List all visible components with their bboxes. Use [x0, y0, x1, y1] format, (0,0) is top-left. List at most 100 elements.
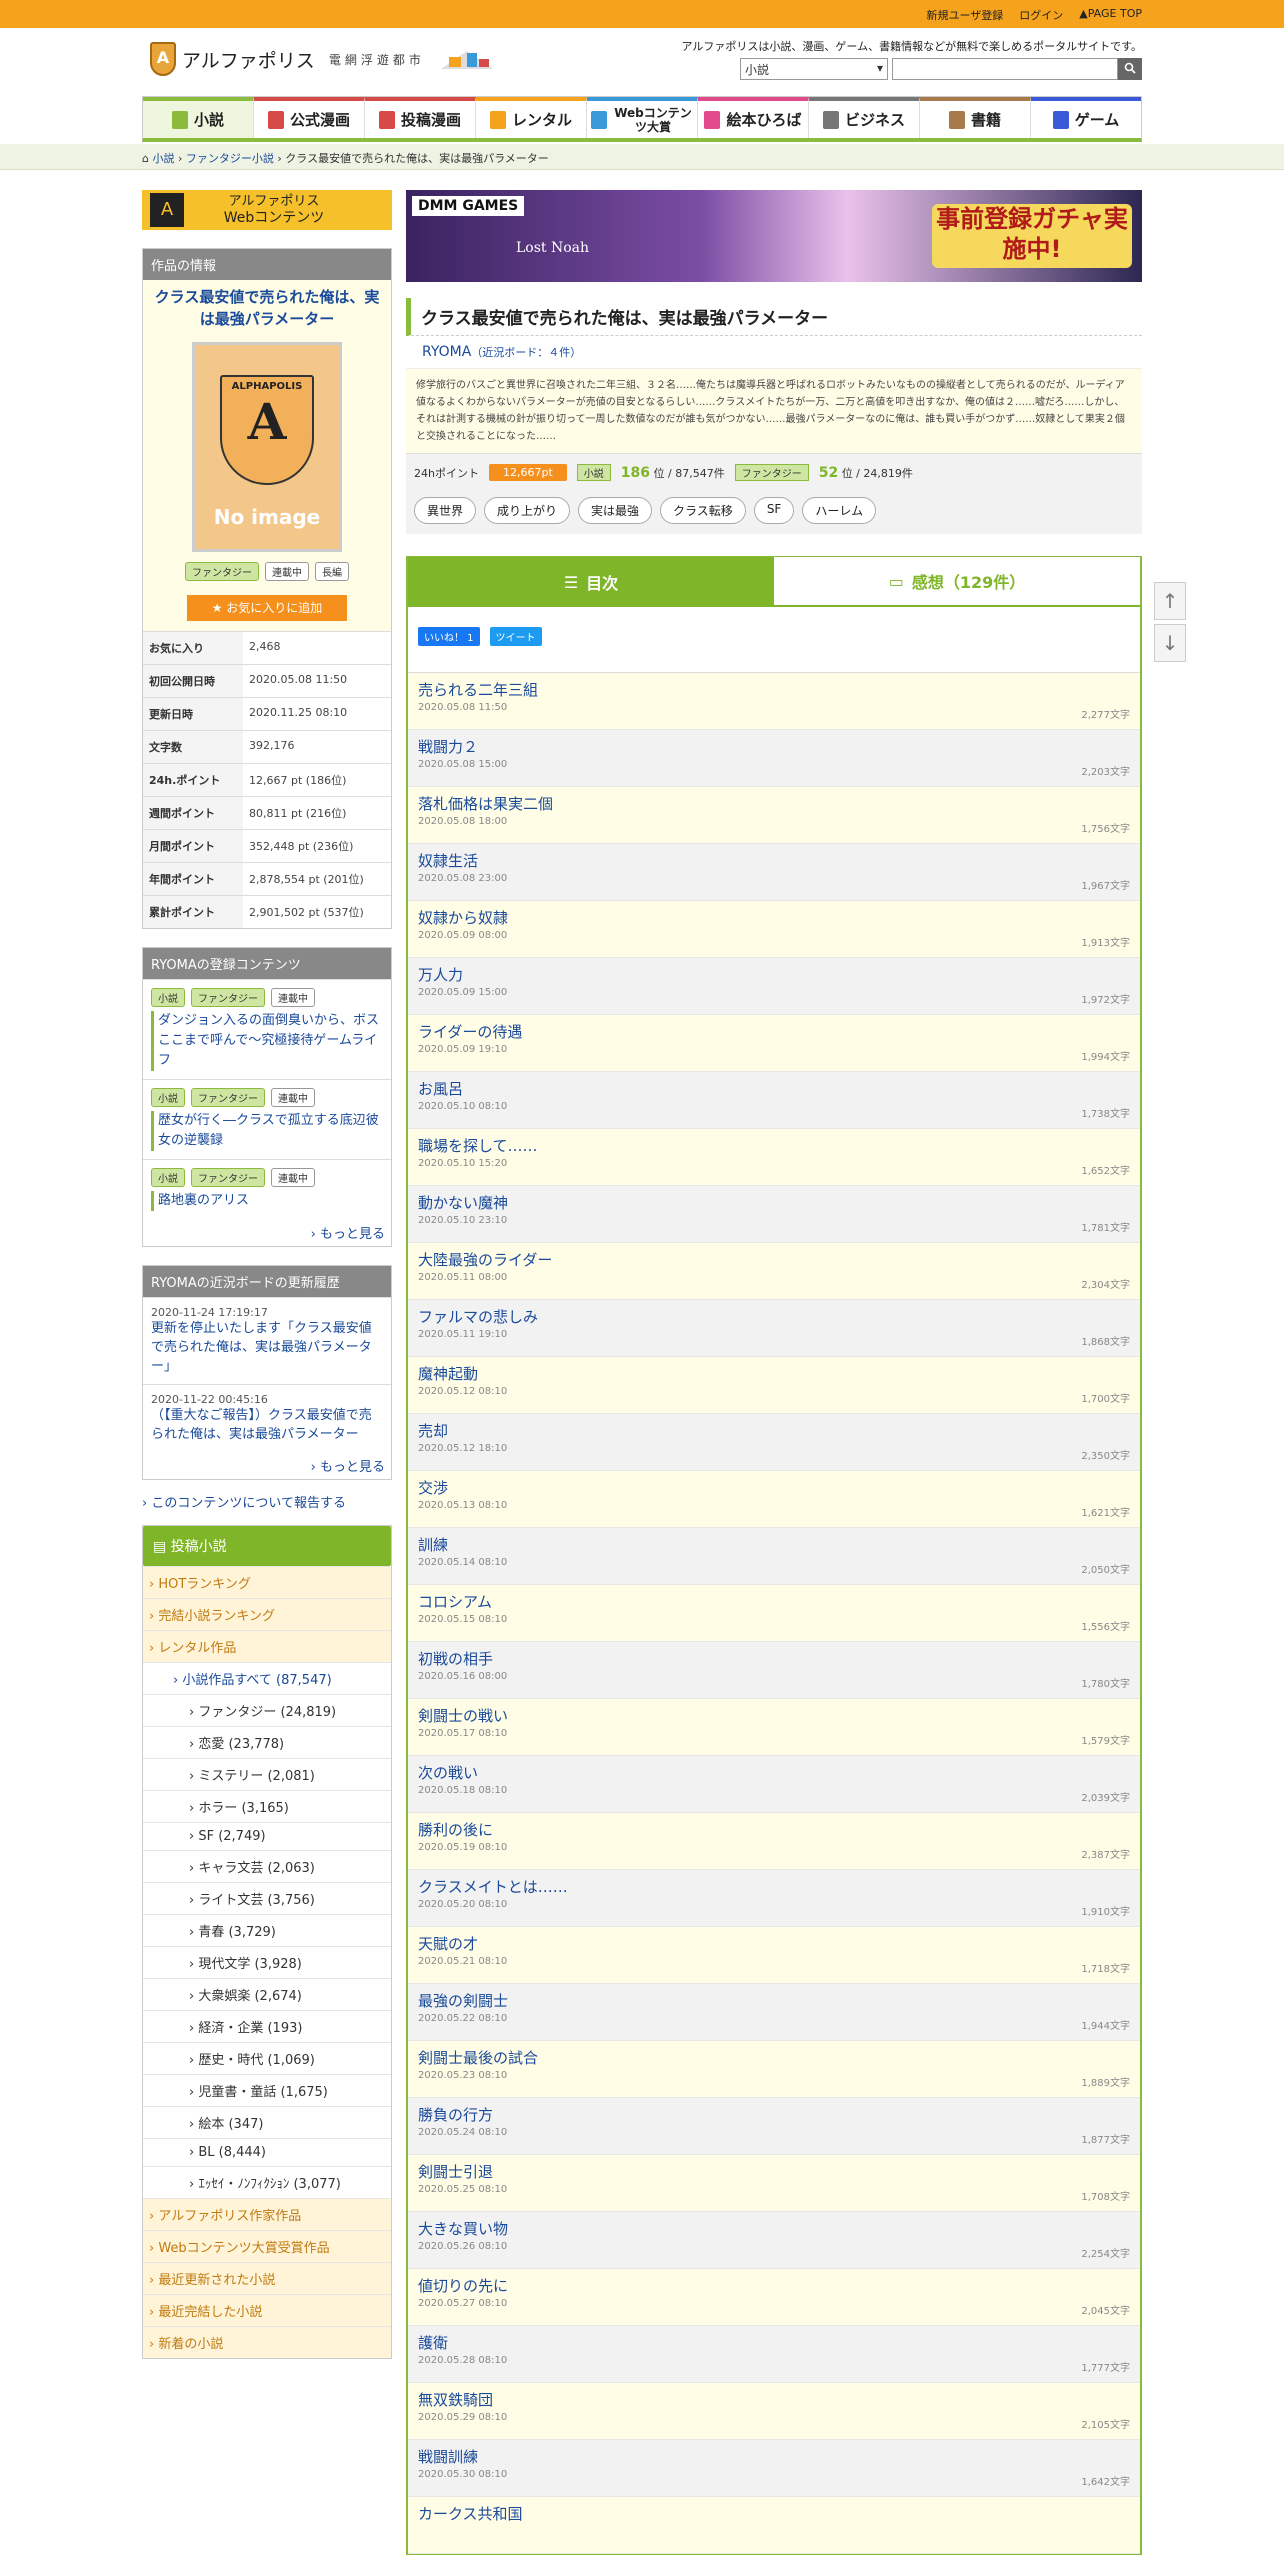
- episode-row[interactable]: 無双鉄騎団 2020.05.29 08:10 2,105文字: [408, 2383, 1140, 2440]
- category-item[interactable]: › 小説作品すべて (87,547): [143, 1662, 391, 1694]
- category-item[interactable]: › 絵本 (347): [143, 2106, 391, 2138]
- category-item[interactable]: › BL (8,444): [143, 2138, 391, 2166]
- episode-row[interactable]: 奴隷から奴隷 2020.05.09 08:00 1,913文字: [408, 901, 1140, 958]
- episode-row[interactable]: 奴隷生活 2020.05.08 23:00 1,967文字: [408, 844, 1140, 901]
- episode-title[interactable]: コロシアム: [418, 1591, 1130, 1612]
- episode-title[interactable]: 剣闘士最後の試合: [418, 2047, 1130, 2068]
- episode-title[interactable]: カークス共和国: [418, 2503, 1130, 2524]
- episode-row[interactable]: 初戦の相手 2020.05.16 08:00 1,780文字: [408, 1642, 1140, 1699]
- episode-row[interactable]: 次の戦い 2020.05.18 08:10 2,039文字: [408, 1756, 1140, 1813]
- episode-title[interactable]: 大きな買い物: [418, 2218, 1130, 2239]
- board-more-link[interactable]: › もっと見る: [143, 1452, 391, 1479]
- nav-item-5[interactable]: 絵本ひろば: [698, 97, 809, 138]
- episode-title[interactable]: 勝利の後に: [418, 1819, 1130, 1840]
- scroll-up-icon[interactable]: ↑: [1154, 582, 1186, 620]
- episode-title[interactable]: 勝負の行方: [418, 2104, 1130, 2125]
- search-button[interactable]: [1118, 58, 1142, 80]
- nav-item-2[interactable]: 投稿漫画: [365, 97, 476, 138]
- episode-title[interactable]: ライダーの待遇: [418, 1021, 1130, 1042]
- episode-row[interactable]: 交渉 2020.05.13 08:10 1,621文字: [408, 1471, 1140, 1528]
- category-item[interactable]: › 新着の小説: [143, 2326, 391, 2358]
- nav-item-4[interactable]: Webコンテンツ大賞: [587, 97, 698, 138]
- category-item[interactable]: › ｴｯｾｲ・ﾉﾝﾌｨｸｼｮﾝ (3,077): [143, 2166, 391, 2198]
- board-link[interactable]: （【重大なご報告】）クラス最安値で売られた俺は、実は最強パラメーター: [151, 1406, 383, 1444]
- ad-banner[interactable]: DMM GAMES Lost Noah 事前登録ガチャ実施中!: [406, 190, 1142, 282]
- episode-title[interactable]: 落札価格は果実二個: [418, 793, 1130, 814]
- episode-title[interactable]: ファルマの悲しみ: [418, 1306, 1130, 1327]
- episode-title[interactable]: 奴隷生活: [418, 850, 1130, 871]
- episode-row[interactable]: カークス共和国: [408, 2497, 1140, 2554]
- register-link[interactable]: 新規ユーザ登録: [927, 7, 1004, 23]
- episode-title[interactable]: 職場を探して……: [418, 1135, 1130, 1156]
- breadcrumb-novel[interactable]: 小説: [152, 152, 174, 165]
- episode-title[interactable]: お風呂: [418, 1078, 1130, 1099]
- episode-title[interactable]: 魔神起動: [418, 1363, 1130, 1384]
- category-item[interactable]: › ホラー (3,165): [143, 1790, 391, 1822]
- nav-item-3[interactable]: レンタル: [476, 97, 587, 138]
- author-work-link[interactable]: 歴女が行く―クラスで孤立する底辺彼女の逆襲録: [151, 1111, 383, 1151]
- board-link[interactable]: 更新を停止いたします「クラス最安値で売られた俺は、実は最強パラメーター」: [151, 1319, 383, 1376]
- episode-title[interactable]: クラスメイトとは……: [418, 1876, 1130, 1897]
- scroll-down-icon[interactable]: ↓: [1154, 624, 1186, 662]
- episode-row[interactable]: 訓練 2020.05.14 08:10 2,050文字: [408, 1528, 1140, 1585]
- home-icon[interactable]: ⌂: [142, 152, 149, 165]
- category-select[interactable]: 小説: [740, 58, 888, 80]
- episode-title[interactable]: 売却: [418, 1420, 1130, 1441]
- episode-row[interactable]: 万人力 2020.05.09 15:00 1,972文字: [408, 958, 1140, 1015]
- category-item[interactable]: › 経済・企業 (193): [143, 2010, 391, 2042]
- episode-title[interactable]: 次の戦い: [418, 1762, 1130, 1783]
- page-top-link[interactable]: ▲PAGE TOP: [1079, 7, 1142, 23]
- episode-row[interactable]: 剣闘士最後の試合 2020.05.23 08:10 1,889文字: [408, 2041, 1140, 2098]
- episode-title[interactable]: 動かない魔神: [418, 1192, 1130, 1213]
- category-heading[interactable]: ▤ 投稿小説: [143, 1526, 391, 1566]
- keyword-chip[interactable]: ハーレム: [802, 497, 877, 524]
- episode-row[interactable]: 大きな買い物 2020.05.26 08:10 2,254文字: [408, 2212, 1140, 2269]
- works-more-link[interactable]: › もっと見る: [143, 1219, 391, 1246]
- nav-item-1[interactable]: 公式漫画: [254, 97, 365, 138]
- keyword-chip[interactable]: クラス転移: [660, 497, 746, 524]
- category-item[interactable]: › 歴史・時代 (1,069): [143, 2042, 391, 2074]
- tag-fantasy[interactable]: ファンタジー: [185, 562, 259, 581]
- episode-row[interactable]: 最強の剣闘士 2020.05.22 08:10 1,944文字: [408, 1984, 1140, 2041]
- keyword-chip[interactable]: 異世界: [414, 497, 477, 524]
- episode-row[interactable]: ファルマの悲しみ 2020.05.11 19:10 1,868文字: [408, 1300, 1140, 1357]
- author-board-link[interactable]: （近況ボード：４件）: [471, 346, 581, 359]
- episode-row[interactable]: 売られる二年三組 2020.05.08 11:50 2,277文字: [408, 673, 1140, 730]
- tab-toc[interactable]: ☰ 目次: [408, 557, 774, 607]
- episode-title[interactable]: 剣闘士の戦い: [418, 1705, 1130, 1726]
- episode-row[interactable]: 大陸最強のライダー 2020.05.11 08:00 2,304文字: [408, 1243, 1140, 1300]
- episode-row[interactable]: お風呂 2020.05.10 08:10 1,738文字: [408, 1072, 1140, 1129]
- episode-row[interactable]: 天賦の才 2020.05.21 08:10 1,718文字: [408, 1927, 1140, 1984]
- site-logo[interactable]: A アルファポリス 電網浮遊都市: [150, 42, 497, 76]
- category-item[interactable]: › 大衆娯楽 (2,674): [143, 1978, 391, 2010]
- facebook-like-button[interactable]: いいね！ 1: [418, 627, 480, 646]
- nav-item-6[interactable]: ビジネス: [809, 97, 920, 138]
- episode-row[interactable]: 勝負の行方 2020.05.24 08:10 1,877文字: [408, 2098, 1140, 2155]
- episode-title[interactable]: 無双鉄騎団: [418, 2389, 1130, 2410]
- nav-item-8[interactable]: ゲーム: [1031, 97, 1141, 138]
- episode-row[interactable]: 護衛 2020.05.28 08:10 1,777文字: [408, 2326, 1140, 2383]
- webcontent-banner[interactable]: A アルファポリス Webコンテンツ: [142, 190, 392, 230]
- episode-title[interactable]: 護衛: [418, 2332, 1130, 2353]
- category-item[interactable]: › ライト文芸 (3,756): [143, 1882, 391, 1914]
- author-work-link[interactable]: ダンジョン入るの面倒臭いから、ボスここまで呼んで〜究極接待ゲームライフ: [151, 1011, 383, 1071]
- category-item[interactable]: › 完結小説ランキング: [143, 1598, 391, 1630]
- episode-title[interactable]: 奴隷から奴隷: [418, 907, 1130, 928]
- category-item[interactable]: › Webコンテンツ大賞受賞作品: [143, 2230, 391, 2262]
- breadcrumb-fantasy[interactable]: ファンタジー小説: [186, 152, 274, 165]
- author-work-link[interactable]: 路地裏のアリス: [151, 1191, 383, 1211]
- work-title[interactable]: クラス最安値で売られた俺は、実は最強パラメーター: [143, 280, 391, 336]
- episode-row[interactable]: 戦闘力２ 2020.05.08 15:00 2,203文字: [408, 730, 1140, 787]
- category-item[interactable]: › アルファポリス作家作品: [143, 2198, 391, 2230]
- episode-title[interactable]: 売られる二年三組: [418, 679, 1130, 700]
- episode-row[interactable]: クラスメイトとは…… 2020.05.20 08:10 1,910文字: [408, 1870, 1140, 1927]
- category-item[interactable]: › 現代文学 (3,928): [143, 1946, 391, 1978]
- episode-title[interactable]: 初戦の相手: [418, 1648, 1130, 1669]
- tab-reviews[interactable]: ▭ 感想（129件）: [774, 557, 1140, 607]
- add-favorite-button[interactable]: ★ お気に入りに追加: [187, 595, 347, 621]
- episode-title[interactable]: 剣闘士引退: [418, 2161, 1130, 2182]
- episode-row[interactable]: 勝利の後に 2020.05.19 08:10 2,387文字: [408, 1813, 1140, 1870]
- episode-row[interactable]: 剣闘士引退 2020.05.25 08:10 1,708文字: [408, 2155, 1140, 2212]
- episode-title[interactable]: 訓練: [418, 1534, 1130, 1555]
- keyword-chip[interactable]: 実は最強: [578, 497, 653, 524]
